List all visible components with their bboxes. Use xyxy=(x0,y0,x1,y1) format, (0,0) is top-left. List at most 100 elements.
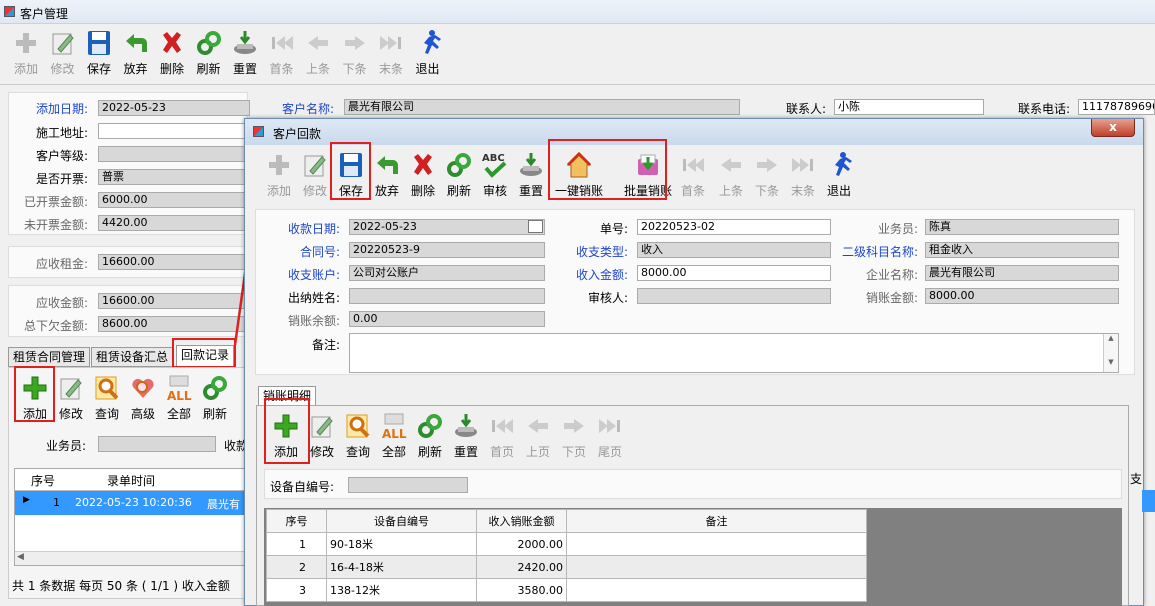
invoice-label: 是否开票: xyxy=(35,172,88,186)
date-field[interactable]: 2022-05-23 xyxy=(349,219,545,235)
contract-field[interactable]: 20220523-9 xyxy=(349,242,545,258)
plus-icon xyxy=(266,151,292,179)
contact-field[interactable]: 小陈 xyxy=(834,99,984,115)
edit-icon xyxy=(309,412,335,440)
customer-name-label: 客户名称: xyxy=(281,102,334,116)
highlight-save xyxy=(330,142,371,200)
refresh-icon xyxy=(446,151,472,179)
svg-text:ABC: ABC xyxy=(482,153,505,164)
running-man-button[interactable]: 退出 xyxy=(821,151,857,203)
company-field: 晨光有限公司 xyxy=(925,265,1119,281)
table-row[interactable]: ▶ 1 2022-05-23 10:20:36 晨光有 xyxy=(15,491,249,515)
list-header-row: 序号 录单时间 xyxy=(15,469,249,491)
undo-arrow-icon xyxy=(374,151,400,179)
payment-list: 序号 录单时间 ▶ 1 2022-05-23 10:20:36 晨光有 ◀ xyxy=(14,468,249,566)
contact-label: 联系人: xyxy=(785,102,826,116)
reset-icon xyxy=(232,29,258,57)
highlight-detail-add xyxy=(264,398,310,464)
cell-amount: 2420.00 xyxy=(476,555,567,579)
remark-label: 备注: xyxy=(311,338,340,352)
dialog-app-icon xyxy=(253,126,264,137)
receivable-label: 应收金额: xyxy=(35,296,88,310)
list-header-time: 录单时间 xyxy=(107,474,156,488)
header-no: 序号 xyxy=(266,509,327,533)
salesman-field[interactable]: 陈真 xyxy=(925,219,1119,235)
add-date-label: 添加日期: xyxy=(35,102,88,116)
account-field[interactable]: 公司对公账户 xyxy=(349,265,545,281)
type-label: 收支类型: xyxy=(575,245,628,259)
phone-field[interactable]: 11178789696 xyxy=(1078,99,1155,115)
svg-text:ALL: ALL xyxy=(167,389,192,402)
heart-search-icon xyxy=(130,374,156,402)
running-man-label: 退出 xyxy=(415,62,440,76)
order-field[interactable]: 20220523-02 xyxy=(637,219,831,235)
refresh-label: 刷新 xyxy=(202,407,227,421)
add-date-field[interactable]: 2022-05-23 xyxy=(98,100,250,116)
customer-name-field[interactable]: 晨光有限公司 xyxy=(344,99,740,115)
right-edge-selection xyxy=(1142,490,1155,512)
running-man-icon xyxy=(415,29,441,57)
last-page-icon xyxy=(597,412,623,440)
device-filter-label: 设备自编号: xyxy=(270,480,335,494)
header-device: 设备自编号 xyxy=(326,509,477,533)
prev-page-icon xyxy=(525,412,551,440)
app-icon xyxy=(4,6,15,17)
type-field[interactable]: 收入 xyxy=(637,242,831,258)
highlight-writeoff xyxy=(548,139,667,200)
calendar-icon[interactable] xyxy=(528,220,543,233)
rent-label: 应收租金: xyxy=(35,257,88,271)
salesman-filter-field[interactable] xyxy=(98,436,216,452)
uninvoiced-label: 未开票金额: xyxy=(23,218,88,232)
cell-amount: 2000.00 xyxy=(476,532,567,556)
edit-icon xyxy=(50,29,76,57)
last-page-button[interactable]: 尾页 xyxy=(592,412,628,464)
table-row[interactable]: 2 16-4-18米 2420.00 xyxy=(266,555,867,579)
cell-amount: 3580.00 xyxy=(476,578,567,602)
horizontal-scrollbar[interactable]: ◀ xyxy=(15,551,247,565)
company-label: 企业名称: xyxy=(865,268,918,282)
cell-no: 3 xyxy=(266,578,327,602)
list-header-no: 序号 xyxy=(31,474,56,488)
prev-record-icon xyxy=(305,29,331,57)
writeoff-field: 8000.00 xyxy=(925,288,1119,304)
remark-textarea[interactable] xyxy=(349,333,1119,373)
next-record-icon xyxy=(754,151,780,179)
account-label: 收支账户: xyxy=(287,268,340,282)
table-row[interactable]: 1 90-18米 2000.00 xyxy=(266,532,867,556)
prev-record-icon xyxy=(718,151,744,179)
first-page-icon xyxy=(489,412,515,440)
scroll-left-icon[interactable]: ◀ xyxy=(17,552,24,562)
reset-button[interactable]: 重置 xyxy=(513,151,549,203)
cell-remark xyxy=(566,555,867,579)
edit-icon xyxy=(58,374,84,402)
refresh-button[interactable]: 刷新 xyxy=(197,374,233,426)
svg-text:ALL: ALL xyxy=(382,427,407,440)
subject-field[interactable]: 租金收入 xyxy=(925,242,1119,258)
amount-field[interactable]: 8000.00 xyxy=(637,265,831,281)
edit-icon xyxy=(302,151,328,179)
refresh-icon xyxy=(196,29,222,57)
tab-contract[interactable]: 租赁合同管理 xyxy=(8,347,91,367)
table-row[interactable]: 3 138-12米 3580.00 xyxy=(266,578,867,602)
last-page-label: 尾页 xyxy=(597,445,622,459)
magnifier-icon xyxy=(345,412,371,440)
cell-device: 138-12米 xyxy=(326,578,477,602)
device-filter-field[interactable] xyxy=(348,477,468,493)
remark-scrollbar[interactable]: ▲ ▼ xyxy=(1103,334,1118,372)
amount-label: 收入金额: xyxy=(575,268,628,282)
tab-device-summary[interactable]: 租赁设备汇总 xyxy=(91,347,174,367)
undo-arrow-icon xyxy=(123,29,149,57)
close-button[interactable]: x xyxy=(1091,119,1135,137)
header-remark: 备注 xyxy=(566,509,867,533)
header-amount: 收入销账金额 xyxy=(476,509,567,533)
abc-check-icon: ABC xyxy=(482,151,508,179)
level-label: 客户等级: xyxy=(35,149,88,163)
detail-grid: 序号 设备自编号 收入销账金额 备注 1 90-18米 2000.00 2 16… xyxy=(266,509,867,602)
running-man-button[interactable]: 退出 xyxy=(410,29,446,81)
right-edge-label: 支 xyxy=(1130,472,1143,486)
cashier-field[interactable] xyxy=(349,288,545,304)
address-label: 施工地址: xyxy=(35,126,88,140)
row-no: 1 xyxy=(53,496,60,509)
first-record-button[interactable]: 首条 xyxy=(675,151,711,203)
last-record-icon xyxy=(378,29,404,57)
